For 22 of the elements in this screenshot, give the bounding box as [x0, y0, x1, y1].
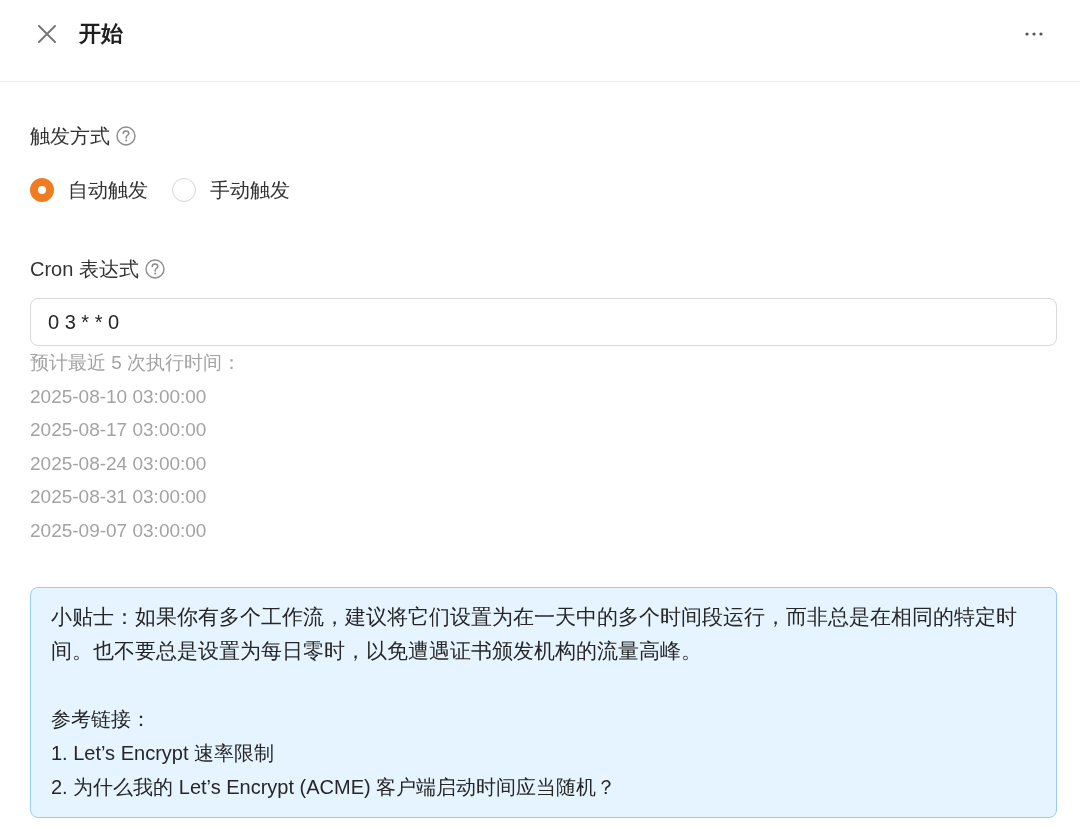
- run-time: 2025-08-17 03:00:00: [30, 418, 208, 443]
- field-label: Cron 表达式: [30, 257, 139, 282]
- help-icon[interactable]: [144, 259, 165, 279]
- run-time: 2025-08-24 03:00:00: [30, 451, 208, 476]
- radio-icon[interactable]: [172, 178, 196, 202]
- run-time: 2025-08-31 03:00:00: [30, 485, 208, 510]
- help-icon[interactable]: [116, 126, 136, 146]
- radio-option[interactable]: 手动触发: [172, 175, 290, 205]
- reference-text: 2. 为什么我的 Let’s Encrypt (ACME) 客户端启动时间应当随机？: [51, 774, 618, 800]
- cron-input[interactable]: 0 3 * * 0: [30, 298, 1057, 346]
- reference-text: 1. Let’s Encrypt 速率限制: [51, 740, 276, 766]
- close-icon[interactable]: [38, 24, 56, 43]
- radio-icon[interactable]: [30, 178, 54, 202]
- run-time: 2025-09-07 03:00:00: [30, 518, 208, 543]
- hint-text: 预计最近 5 次执行时间：: [30, 351, 243, 375]
- run-time: 2025-08-10 03:00:00: [30, 384, 208, 409]
- field-label: 触发方式: [30, 124, 110, 149]
- references-heading: 参考链接：: [51, 706, 152, 732]
- radio-option[interactable]: 自动触发: [30, 175, 148, 205]
- panel-title: 开始: [79, 19, 123, 48]
- tip-text: 小贴士：如果你有多个工作流，建议将它们设置为在一天中的多个时间段运行，而非总是在相同的特定时间。也不要总是设置为每日零时，以免遭遇证书颁发机构的流量高峰。: [51, 603, 1018, 664]
- more-icon[interactable]: [1025, 31, 1043, 36]
